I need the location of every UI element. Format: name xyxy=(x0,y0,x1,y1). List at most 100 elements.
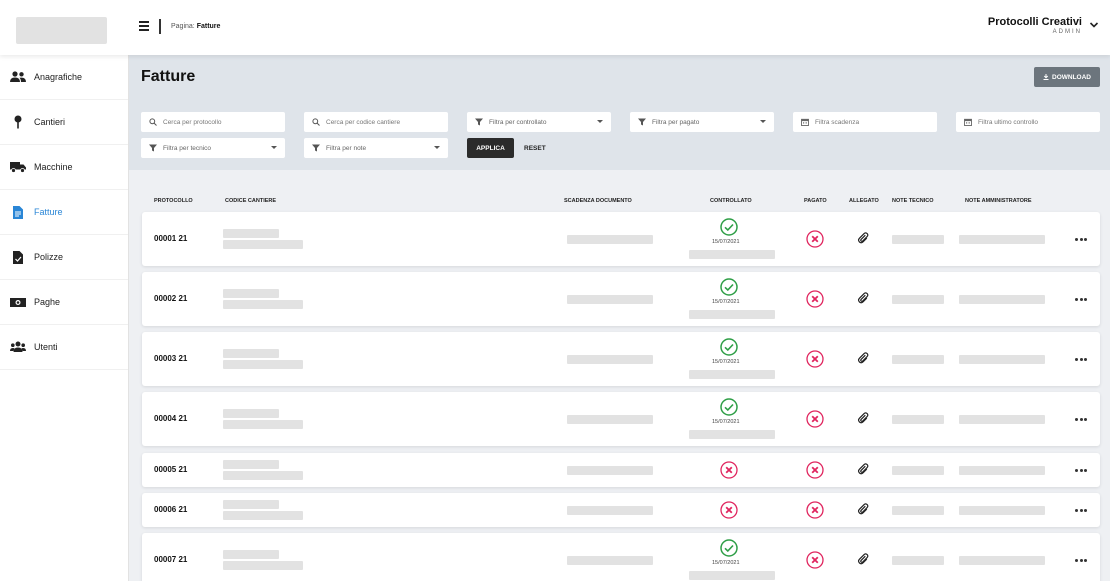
sidebar-item-utenti[interactable]: Utenti xyxy=(0,325,128,370)
column-header-allegato: ALLEGATO xyxy=(849,198,879,204)
note-filter-select[interactable]: Filtra per note xyxy=(304,138,448,158)
sidebar-item-fatture[interactable]: Fatture xyxy=(0,190,128,235)
ultimo-controllo-filter-input[interactable] xyxy=(978,118,1100,126)
scadenza-filter-input[interactable] xyxy=(815,118,937,126)
breadcrumb-prefix: Pagina: xyxy=(171,23,195,30)
sidebar-item-paghe[interactable]: Paghe xyxy=(0,280,128,325)
tecnico-filter-select[interactable]: Filtra per tecnico xyxy=(141,138,285,158)
divider xyxy=(159,19,161,34)
codice-cantiere-placeholder xyxy=(223,460,279,469)
close-circle-icon[interactable] xyxy=(806,501,824,519)
codice-cantiere-placeholder xyxy=(223,349,279,358)
reset-button[interactable]: RESET xyxy=(524,138,548,158)
check-circle-icon[interactable] xyxy=(720,539,738,557)
chevron-down-icon[interactable] xyxy=(1089,20,1099,30)
sidebar-item-label: Anagrafiche xyxy=(34,72,83,82)
close-circle-icon[interactable] xyxy=(806,290,824,308)
download-button[interactable]: DOWNLOAD xyxy=(1034,67,1100,87)
table-row[interactable]: 00002 21 15/07/2021 xyxy=(142,272,1100,326)
scadenza-documento-placeholder xyxy=(567,466,653,475)
sidebar-item-cantieri[interactable]: Cantieri xyxy=(0,100,128,145)
more-options-icon[interactable] xyxy=(1075,559,1087,563)
note-amministratore-placeholder xyxy=(959,466,1045,475)
close-circle-icon[interactable] xyxy=(806,551,824,569)
user-role: ADMIN xyxy=(1052,29,1082,35)
check-circle-icon[interactable] xyxy=(720,398,738,416)
close-circle-icon[interactable] xyxy=(806,461,824,479)
table-row[interactable]: 00004 21 15/07/2021 xyxy=(142,392,1100,446)
paperclip-icon[interactable] xyxy=(857,503,869,515)
dropdown-arrow-icon xyxy=(597,120,603,123)
sidebar-item-polizze[interactable]: Polizze xyxy=(0,235,128,280)
column-header-codice-cantiere: CODICE CANTIERE xyxy=(225,198,277,204)
logo[interactable] xyxy=(16,17,107,44)
table-row[interactable]: 00005 21 xyxy=(142,453,1100,487)
note-amministratore-placeholder xyxy=(959,506,1045,515)
sidebar-item-macchine[interactable]: Macchine xyxy=(0,145,128,190)
check-circle-icon[interactable] xyxy=(720,278,738,296)
more-options-icon[interactable] xyxy=(1075,469,1087,473)
paperclip-icon[interactable] xyxy=(857,352,869,364)
download-icon xyxy=(1043,74,1049,80)
paperclip-icon[interactable] xyxy=(857,232,869,244)
close-circle-icon[interactable] xyxy=(720,501,738,519)
codice-cantiere-search-input[interactable] xyxy=(326,118,448,126)
filter-icon xyxy=(312,144,320,152)
codice-cantiere-placeholder xyxy=(223,420,303,429)
close-circle-icon[interactable] xyxy=(806,350,824,368)
menu-icon[interactable] xyxy=(139,21,149,31)
table-row[interactable]: 00006 21 xyxy=(142,493,1100,527)
check-circle-icon[interactable] xyxy=(720,218,738,236)
scadenza-documento-placeholder xyxy=(567,295,653,304)
table-row[interactable]: 00007 21 15/07/2021 xyxy=(142,533,1100,581)
paperclip-icon[interactable] xyxy=(857,553,869,565)
protocollo-cell: 00004 21 xyxy=(154,414,188,423)
paperclip-icon[interactable] xyxy=(857,292,869,304)
apply-button[interactable]: APPLICA xyxy=(467,138,514,158)
close-circle-icon[interactable] xyxy=(720,461,738,479)
close-circle-icon[interactable] xyxy=(806,410,824,428)
note-tecnico-placeholder xyxy=(892,235,944,244)
sidebar-item-anagrafiche[interactable]: Anagrafiche xyxy=(0,55,128,100)
paperclip-icon[interactable] xyxy=(857,463,869,475)
check-circle-icon[interactable] xyxy=(720,338,738,356)
truck-icon xyxy=(10,160,26,174)
more-options-icon[interactable] xyxy=(1075,358,1087,362)
codice-cantiere-placeholder xyxy=(223,500,279,509)
scadenza-filter-field xyxy=(793,112,937,132)
more-options-icon[interactable] xyxy=(1075,298,1087,302)
paperclip-icon[interactable] xyxy=(857,412,869,424)
codice-cantiere-search-field xyxy=(304,112,448,132)
protocollo-search-input[interactable] xyxy=(163,118,285,126)
pagato-filter-select[interactable]: Filtra per pagato xyxy=(630,112,774,132)
controllato-filter-select[interactable]: Filtra per controllato xyxy=(467,112,611,132)
breadcrumb: Pagina: Fatture xyxy=(171,23,220,30)
codice-cantiere-placeholder xyxy=(223,360,303,369)
filter-icon xyxy=(475,118,483,126)
codice-cantiere-placeholder xyxy=(223,550,279,559)
more-options-icon[interactable] xyxy=(1075,238,1087,242)
note-tecnico-placeholder xyxy=(892,355,944,364)
user-menu[interactable]: Protocolli Creativi ADMIN xyxy=(988,16,1082,35)
codice-cantiere-placeholder xyxy=(223,289,279,298)
controllo-date: 15/07/2021 xyxy=(712,560,740,566)
codice-cantiere-placeholder xyxy=(223,511,303,520)
note-filter-placeholder: Filtra per note xyxy=(326,144,367,152)
ultimo-controllo-filter-field xyxy=(956,112,1100,132)
map-pin-icon xyxy=(10,115,26,129)
codice-cantiere-placeholder xyxy=(223,561,303,570)
controllo-date: 15/07/2021 xyxy=(712,359,740,365)
dropdown-arrow-icon xyxy=(760,120,766,123)
user-group-icon xyxy=(10,340,26,354)
controllo-user-placeholder xyxy=(689,310,775,319)
table-row[interactable]: 00001 21 15/07/2021 xyxy=(142,212,1100,266)
money-icon xyxy=(10,295,26,309)
close-circle-icon[interactable] xyxy=(806,230,824,248)
more-options-icon[interactable] xyxy=(1075,418,1087,422)
protocollo-cell: 00007 21 xyxy=(154,555,188,564)
protocollo-cell: 00002 21 xyxy=(154,294,188,303)
table-row[interactable]: 00003 21 15/07/2021 xyxy=(142,332,1100,386)
column-header-pagato: PAGATO xyxy=(804,198,827,204)
more-options-icon[interactable] xyxy=(1075,509,1087,513)
sidebar-item-label: Paghe xyxy=(34,297,61,307)
